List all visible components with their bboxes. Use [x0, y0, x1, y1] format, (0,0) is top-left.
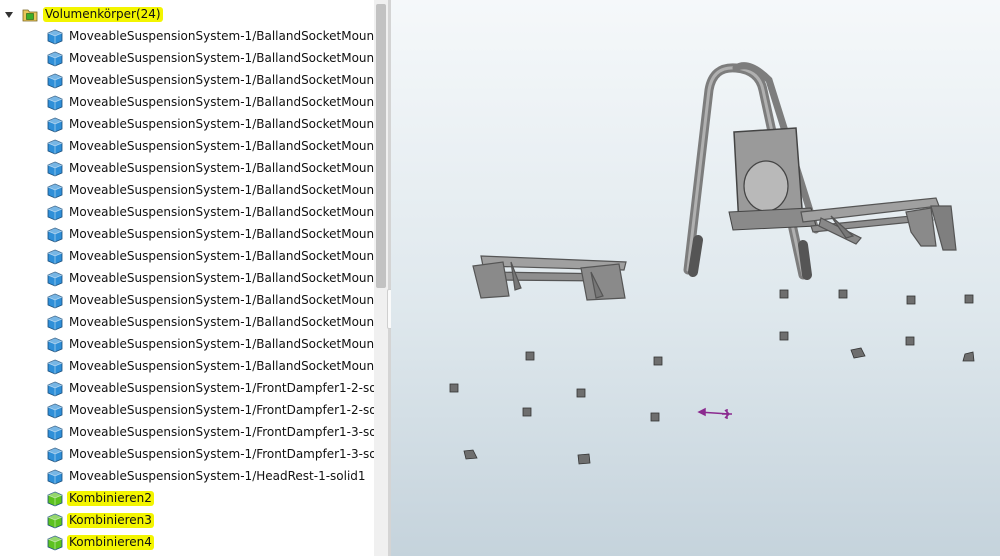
solid-body-icon-icon — [47, 183, 63, 199]
combined-body-icon-icon — [47, 491, 63, 507]
tree-item-solid[interactable]: MoveableSuspensionSystem-1/BallandSocket… — [0, 246, 374, 268]
tree-item-label: MoveableSuspensionSystem-1/BallandSocket… — [69, 249, 374, 263]
solid-body-icon-icon — [47, 29, 63, 45]
scrollbar-thumb[interactable] — [376, 4, 386, 288]
tree-item-solid[interactable]: MoveableSuspensionSystem-1/BallandSocket… — [0, 70, 374, 92]
tree-item-solid[interactable]: MoveableSuspensionSystem-1/BallandSocket… — [0, 224, 374, 246]
solid-body-icon-icon — [47, 425, 63, 441]
tree-item-label: MoveableSuspensionSystem-1/BallandSocket… — [69, 117, 374, 131]
tree-item-solid[interactable]: MoveableSuspensionSystem-1/BallandSocket… — [0, 268, 374, 290]
tree-item-solid[interactable]: MoveableSuspensionSystem-1/BallandSocket… — [0, 202, 374, 224]
tree-item-label: MoveableSuspensionSystem-1/BallandSocket… — [69, 315, 374, 329]
triangle-down-icon[interactable] — [4, 10, 14, 20]
tree-item-solid[interactable]: MoveableSuspensionSystem-1/BallandSocket… — [0, 158, 374, 180]
feature-tree: Volumenkörper(24) MoveableSuspensionSyst… — [0, 0, 374, 556]
tree-item-label: MoveableSuspensionSystem-1/BallandSocket… — [69, 73, 374, 87]
solid-body-icon-icon — [47, 447, 63, 463]
tree-item-solid[interactable]: MoveableSuspensionSystem-1/BallandSocket… — [0, 136, 374, 158]
tree-item-label: Kombinieren2 — [67, 491, 154, 506]
tree-item-combined[interactable]: Kombinieren3 — [0, 510, 374, 532]
tree-item-solid[interactable]: MoveableSuspensionSystem-1/BallandSocket… — [0, 312, 374, 334]
tree-scrollbar[interactable] — [374, 0, 388, 556]
solid-body-icon-icon — [47, 469, 63, 485]
tree-item-label: MoveableSuspensionSystem-1/BallandSocket… — [69, 183, 374, 197]
solid-body-icon-icon — [47, 271, 63, 287]
tree-item-solid[interactable]: MoveableSuspensionSystem-1/BallandSocket… — [0, 114, 374, 136]
tree-item-label: MoveableSuspensionSystem-1/BallandSocket… — [69, 337, 374, 351]
tree-item-combined[interactable]: Kombinieren4 — [0, 532, 374, 554]
solid-body-icon-icon — [47, 359, 63, 375]
tree-item-label: Kombinieren3 — [67, 513, 154, 528]
tree-item-label: MoveableSuspensionSystem-1/HeadRest-1-so… — [69, 469, 366, 483]
solid-body-icon-icon — [47, 117, 63, 133]
coordinate-triad — [697, 407, 732, 419]
tree-item-label: MoveableSuspensionSystem-1/BallandSocket… — [69, 293, 374, 307]
solid-body-icon-icon — [47, 293, 63, 309]
tree-item-solid[interactable]: MoveableSuspensionSystem-1/BallandSocket… — [0, 92, 374, 114]
mounting-blocks[interactable] — [449, 289, 975, 465]
tree-item-combined[interactable]: Kombinieren2 — [0, 488, 374, 510]
tree-item-label: MoveableSuspensionSystem-1/BallandSocket… — [69, 139, 374, 153]
tree-item-solid[interactable]: MoveableSuspensionSystem-1/BallandSocket… — [0, 180, 374, 202]
tree-item-label: MoveableSuspensionSystem-1/BallandSocket… — [69, 51, 374, 65]
tree-root-label: Volumenkörper(24) — [43, 7, 163, 22]
solid-body-icon-icon — [47, 161, 63, 177]
tree-item-label: MoveableSuspensionSystem-1/FrontDampfer1… — [69, 447, 374, 461]
solid-body-icon-icon — [47, 403, 63, 419]
tree-item-label: MoveableSuspensionSystem-1/FrontDampfer1… — [69, 381, 374, 395]
tree-item-label: MoveableSuspensionSystem-1/BallandSocket… — [69, 271, 374, 285]
tree-item-label: MoveableSuspensionSystem-1/BallandSocket… — [69, 205, 374, 219]
solid-body-icon-icon — [47, 95, 63, 111]
tree-item-solid[interactable]: MoveableSuspensionSystem-1/FrontDampfer1… — [0, 400, 374, 422]
solid-body-icon-icon — [47, 73, 63, 89]
combined-body-icon-icon — [47, 535, 63, 551]
tree-item-label: Kombinieren4 — [67, 535, 154, 550]
tree-root-row[interactable]: Volumenkörper(24) — [0, 4, 374, 26]
combined-body-icon-icon — [47, 513, 63, 529]
solid-body-icon-icon — [47, 51, 63, 67]
tree-item-label: MoveableSuspensionSystem-1/FrontDampfer1… — [69, 425, 374, 439]
tree-item-solid[interactable]: MoveableSuspensionSystem-1/BallandSocket… — [0, 334, 374, 356]
solid-body-icon-icon — [47, 205, 63, 221]
tree-item-solid[interactable]: MoveableSuspensionSystem-1/BallandSocket… — [0, 48, 374, 70]
solid-body-icon-icon — [47, 227, 63, 243]
tree-item-label: MoveableSuspensionSystem-1/FrontDampfer1… — [69, 403, 374, 417]
tree-item-label: MoveableSuspensionSystem-1/BallandSocket… — [69, 359, 374, 373]
tree-item-solid[interactable]: MoveableSuspensionSystem-1/HeadRest-1-so… — [0, 466, 374, 488]
rear-suspension[interactable] — [800, 197, 957, 251]
tree-item-solid[interactable]: MoveableSuspensionSystem-1/BallandSocket… — [0, 356, 374, 378]
tree-item-solid[interactable]: MoveableSuspensionSystem-1/BallandSocket… — [0, 290, 374, 312]
tree-item-label: MoveableSuspensionSystem-1/BallandSocket… — [69, 161, 374, 175]
tree-item-solid[interactable]: MoveableSuspensionSystem-1/FrontDampfer1… — [0, 422, 374, 444]
tree-item-label: MoveableSuspensionSystem-1/BallandSocket… — [69, 95, 374, 109]
graphics-viewport[interactable] — [391, 0, 1000, 556]
solid-body-icon-icon — [47, 249, 63, 265]
tree-item-solid[interactable]: MoveableSuspensionSystem-1/BallandSocket… — [0, 26, 374, 48]
solid-body-icon-icon — [47, 139, 63, 155]
solid-body-icon-icon — [47, 337, 63, 353]
tree-item-label: MoveableSuspensionSystem-1/BallandSocket… — [69, 227, 374, 241]
solid-body-icon-icon — [47, 315, 63, 331]
model-view[interactable] — [391, 0, 1000, 556]
tree-item-label: MoveableSuspensionSystem-1/BallandSocket… — [69, 29, 374, 43]
solid-bodies-folder-icon — [22, 9, 38, 22]
front-suspension[interactable] — [472, 255, 627, 301]
tree-item-solid[interactable]: MoveableSuspensionSystem-1/FrontDampfer1… — [0, 444, 374, 466]
solid-body-icon-icon — [47, 381, 63, 397]
tree-item-solid[interactable]: MoveableSuspensionSystem-1/FrontDampfer1… — [0, 378, 374, 400]
